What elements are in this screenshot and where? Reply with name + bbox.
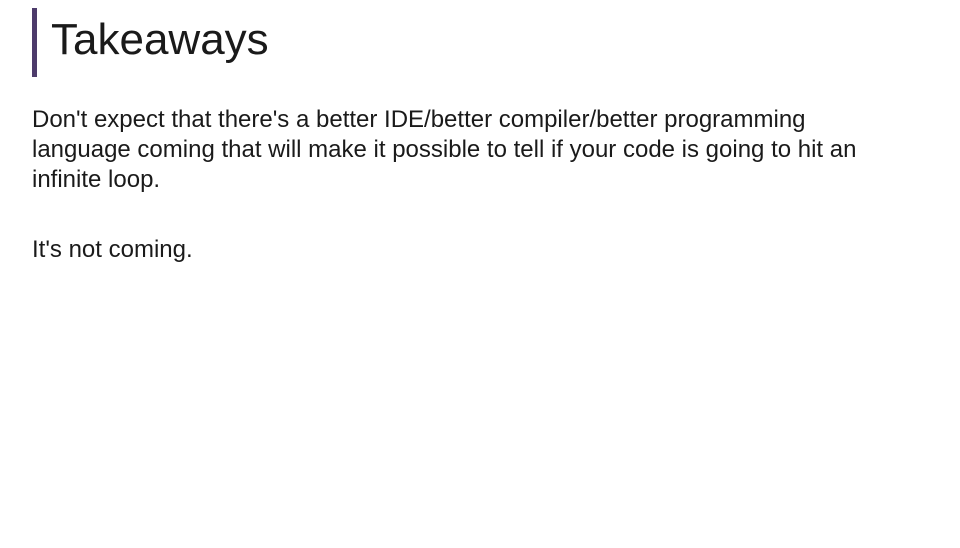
paragraph-2: It's not coming. <box>32 235 900 265</box>
paragraph-1: Don't expect that there's a better IDE/b… <box>32 105 900 195</box>
accent-line <box>32 8 37 77</box>
slide-body: Don't expect that there's a better IDE/b… <box>32 105 900 265</box>
title-bar: Takeaways <box>32 8 960 77</box>
slide-title: Takeaways <box>51 8 269 77</box>
slide: Takeaways Don't expect that there's a be… <box>0 8 960 548</box>
